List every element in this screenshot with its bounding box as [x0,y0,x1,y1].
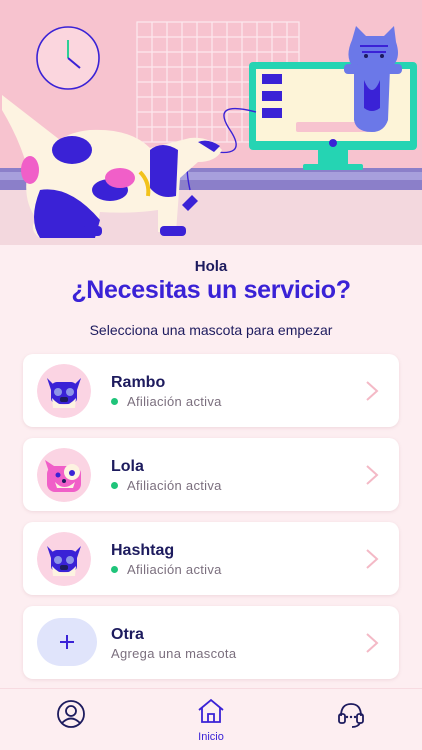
status-label: Afiliación activa [127,394,222,409]
hero-illustration [0,0,422,245]
dog-face-icon [37,364,91,418]
chevron-right-icon [366,549,379,569]
chevron-right-icon [366,465,379,485]
page-title: ¿Necesitas un servicio? [71,276,351,304]
add-pet-subtitle-label: Agrega una mascota [111,646,237,661]
home-icon [198,698,224,723]
affiliation-status: Afiliación activa [111,394,222,409]
support-headset-icon [338,703,364,728]
affiliation-status: Afiliación activa [111,562,222,577]
chevron-right-icon [366,633,379,653]
dog-face-icon [37,532,91,586]
add-pet-title: Otra [111,626,144,643]
pet-card-hashtag[interactable]: Hashtag Afiliación activa [23,522,399,595]
affiliation-status: Afiliación activa [111,478,222,493]
bottom-nav: Inicio [0,688,422,750]
nav-home[interactable]: Inicio [181,697,241,743]
pet-card-lola[interactable]: Lola Afiliación activa [23,438,399,511]
status-dot-icon [111,566,118,573]
pet-name: Lola [111,458,144,475]
nav-home-label: Inicio [198,731,224,743]
cat-face-icon [37,448,91,502]
nav-profile[interactable] [41,699,101,743]
add-pet-card[interactable]: Otra Agrega una mascota [23,606,399,679]
status-label: Afiliación activa [127,562,222,577]
profile-icon [57,700,85,728]
pet-name: Hashtag [111,542,175,559]
add-pet-subtitle: Agrega una mascota [111,646,236,661]
status-label: Afiliación activa [127,478,222,493]
pet-name: Rambo [111,374,166,391]
status-dot-icon [111,398,118,405]
instruction-text: Selecciona una mascota para empezar [89,322,333,338]
greeting-text: Hola [194,258,228,275]
chevron-right-icon [366,381,379,401]
plus-icon [37,618,97,666]
status-dot-icon [111,482,118,489]
nav-support[interactable] [321,699,381,743]
pet-card-rambo[interactable]: Rambo Afiliación activa [23,354,399,427]
